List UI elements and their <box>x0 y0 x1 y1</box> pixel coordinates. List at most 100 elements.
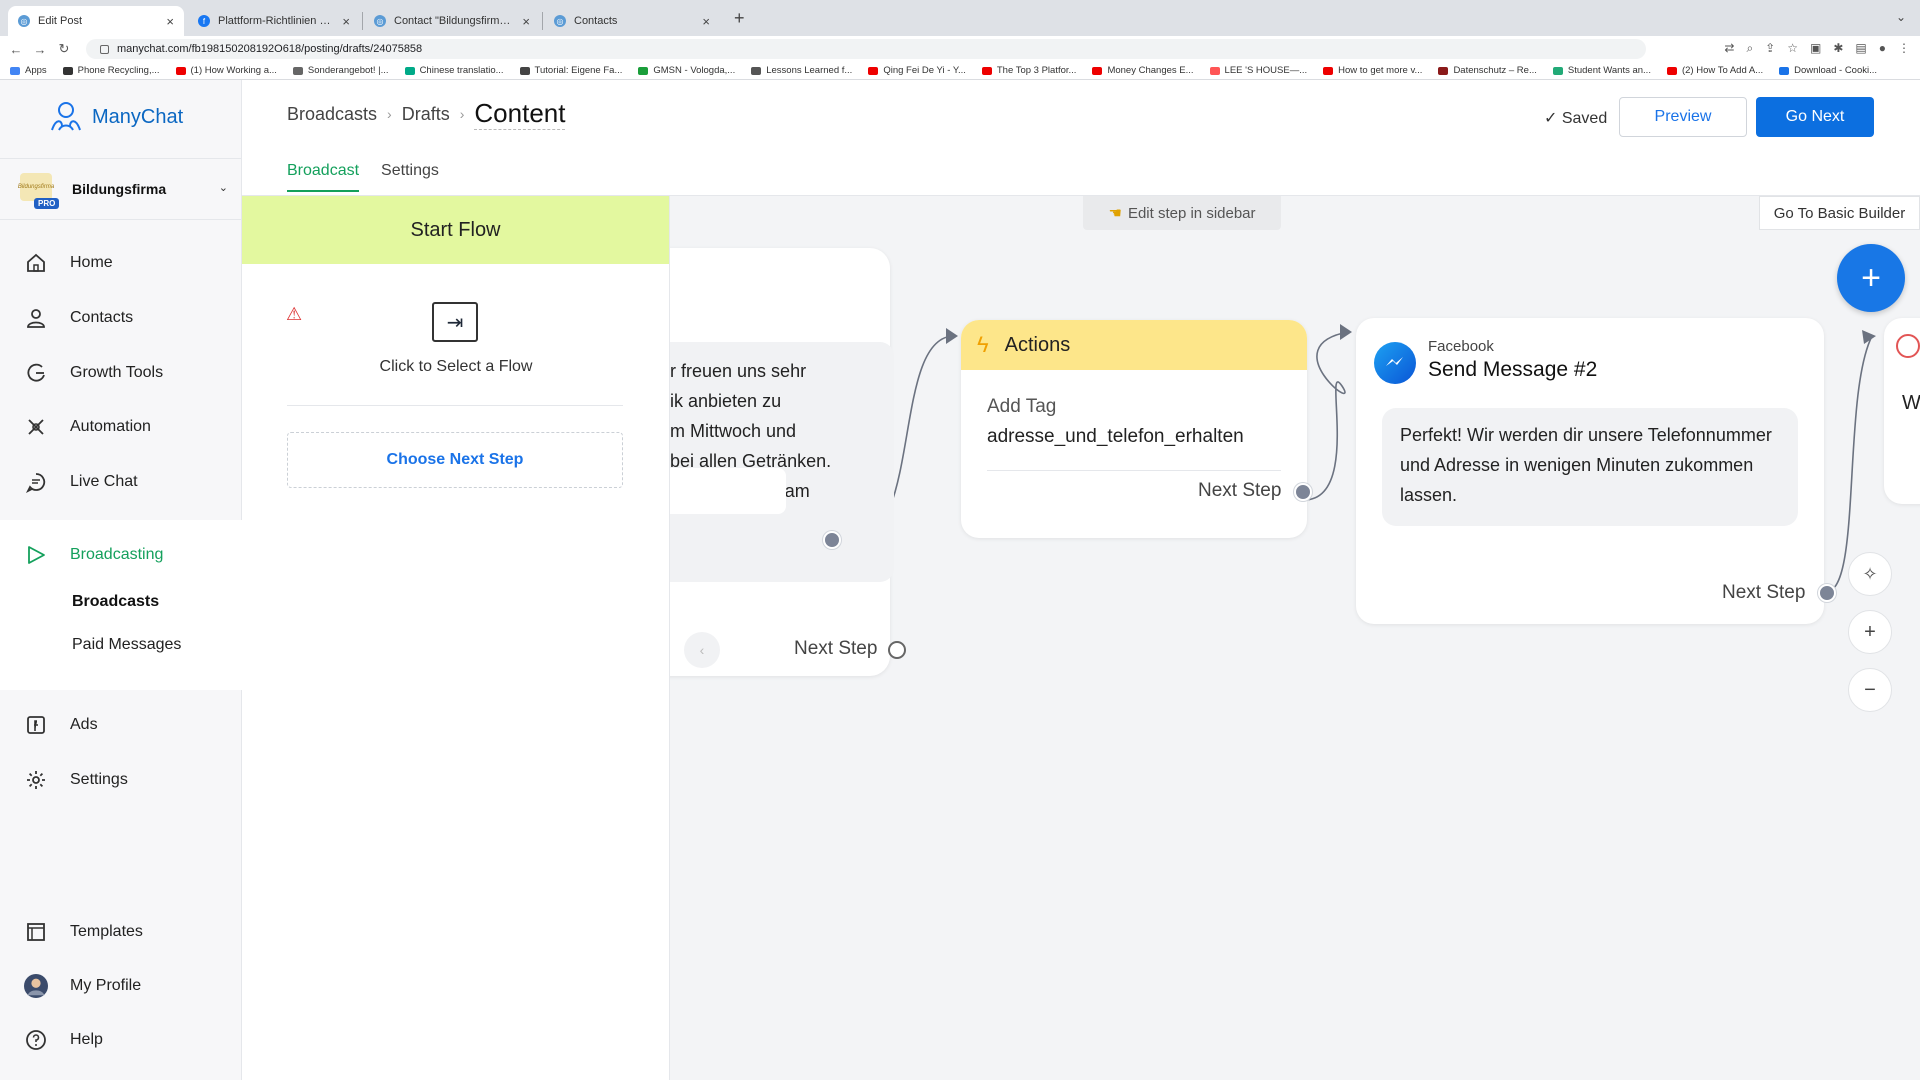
breadcrumb: Broadcasts › Drafts › Content <box>287 98 566 130</box>
bookmark-item[interactable]: Qing Fei De Yi - Y... <box>868 65 966 76</box>
menu-icon[interactable]: ⋮ <box>1898 41 1910 56</box>
sidebar-item-label: Ads <box>70 716 98 733</box>
browser-tab-plattform[interactable]: f Plattform-Richtlinien – Übersicht × <box>188 6 360 36</box>
bookmark-item[interactable]: How to get more v... <box>1323 65 1422 76</box>
close-icon[interactable]: × <box>522 14 530 29</box>
flow-canvas[interactable]: r freuen uns sehr ik anbieten zu m Mittw… <box>242 196 1920 1080</box>
bookmark-item[interactable]: Chinese translatio... <box>404 65 504 76</box>
help-icon <box>24 1028 48 1052</box>
sidebar-item-growth-tools[interactable]: Growth Tools <box>0 353 242 393</box>
tab-label: Contacts <box>574 15 618 27</box>
reload-icon[interactable]: ↻ <box>52 41 76 57</box>
choose-next-step-button[interactable]: Choose Next Step <box>287 432 623 488</box>
panel-title: Start Flow <box>242 196 669 264</box>
basic-builder-button[interactable]: Go To Basic Builder <box>1759 196 1920 230</box>
close-icon[interactable]: × <box>702 14 710 29</box>
sidebar-item-contacts[interactable]: Contacts <box>0 298 242 338</box>
sidebar-item-label: Home <box>70 254 113 271</box>
next-step-label: Next Step <box>794 638 878 659</box>
next-step-connector-dot[interactable] <box>888 641 906 659</box>
share-icon[interactable]: ⇪ <box>1765 41 1775 56</box>
add-step-button[interactable]: + <box>1837 244 1905 312</box>
message-bubble[interactable]: r freuen uns sehr ik anbieten zu m Mittw… <box>632 342 894 582</box>
preview-button[interactable]: Preview <box>1619 97 1747 137</box>
sidebar-item-automation[interactable]: Automation <box>0 407 242 447</box>
sidebar-item-broadcasting[interactable]: Broadcasting <box>0 535 242 575</box>
browser-tab-contact[interactable]: ◎ Contact "Bildungsfirma" through × <box>364 6 540 36</box>
sidebar-item-label: Contacts <box>70 309 134 326</box>
close-icon[interactable]: × <box>166 14 174 29</box>
chevron-down-icon[interactable]: ⌄ <box>219 181 228 194</box>
check-icon: ✓ <box>1544 110 1562 127</box>
bookmark-item[interactable]: Tutorial: Eigene Fa... <box>519 65 622 76</box>
sidebar-item-my-profile[interactable]: My Profile <box>0 966 242 1006</box>
bookmark-item[interactable]: Datenschutz – Re... <box>1438 65 1537 76</box>
bookmark-item[interactable]: The Top 3 Platfor... <box>981 65 1076 76</box>
select-flow-link[interactable]: Click to Select a Flow <box>242 358 670 376</box>
saved-status: ✓ Saved <box>1544 108 1607 128</box>
actions-card[interactable]: ϟ Actions Add Tag adresse_und_telefon_er… <box>961 320 1307 538</box>
page-title[interactable]: Content <box>474 98 566 130</box>
chevron-down-icon[interactable]: ⌄ <box>1896 10 1906 24</box>
carousel-prev-icon[interactable]: ‹ <box>684 632 720 668</box>
bookmark-item[interactable]: (1) How Working a... <box>175 65 277 76</box>
arrow-icon <box>1340 324 1352 340</box>
sidebar-item-settings[interactable]: Settings <box>0 760 242 800</box>
sidepanel-icon[interactable]: ▤ <box>1855 41 1866 56</box>
logo-text: ManyChat <box>92 105 184 128</box>
breadcrumb-drafts[interactable]: Drafts <box>402 104 450 125</box>
close-icon[interactable]: × <box>342 14 350 29</box>
url-input[interactable]: manychat.com/fb198150208192O618/posting/… <box>86 39 1646 59</box>
chevron-right-icon: › <box>387 106 392 122</box>
sidebar-item-templates[interactable]: Templates <box>0 912 242 952</box>
sidebar-subitem-paid-messages[interactable]: Paid Messages <box>72 636 181 654</box>
send-message-card[interactable]: Facebook Send Message #2 Perfekt! Wir we… <box>1356 318 1824 624</box>
translate-icon[interactable]: ⇄ <box>1724 41 1734 56</box>
bookmark-item[interactable]: Student Wants an... <box>1552 65 1651 76</box>
button-connector-dot[interactable] <box>823 531 841 549</box>
user-icon <box>24 306 48 330</box>
bookmark-item[interactable]: Phone Recycling,... <box>62 65 160 76</box>
forward-icon[interactable]: → <box>28 42 52 57</box>
breadcrumb-broadcasts[interactable]: Broadcasts <box>287 104 377 125</box>
go-next-button[interactable]: Go Next <box>1756 97 1874 137</box>
sidebar-item-help[interactable]: Help <box>0 1020 242 1060</box>
divider <box>987 470 1281 471</box>
sidebar-item-live-chat[interactable]: Live Chat <box>0 462 242 502</box>
next-step-connector-dot[interactable] <box>1818 584 1836 602</box>
bookmark-item[interactable]: Sonderangebot! |... <box>292 65 389 76</box>
zoom-in-button[interactable]: + <box>1848 610 1892 654</box>
bookmark-item[interactable]: Money Changes E... <box>1092 65 1194 76</box>
bookmark-item[interactable]: Download - Cooki... <box>1779 65 1877 76</box>
bookmark-item[interactable]: Lessons Learned f... <box>751 65 852 76</box>
bookmark-item[interactable]: LEE 'S HOUSE—... <box>1209 65 1307 76</box>
new-tab-icon[interactable]: + <box>734 8 745 29</box>
browser-tab-contacts[interactable]: ◎ Contacts × <box>544 6 720 36</box>
account-switcher[interactable]: Bildungsfirma PRO Bildungsfirma ⌄ <box>0 158 242 220</box>
browser-tab-edit-post[interactable]: ◎ Edit Post × <box>8 6 184 36</box>
zoom-icon[interactable]: ⌕ <box>1746 41 1753 56</box>
account-name: Bildungsfirma <box>72 181 167 197</box>
message-bubble[interactable]: Perfekt! Wir werden dir unsere Telefonnu… <box>1382 408 1798 526</box>
extension-icon[interactable]: ▣ <box>1810 41 1821 56</box>
edit-step-hint: ☚ Edit step in sidebar <box>1083 196 1281 230</box>
tab-settings[interactable]: Settings <box>381 162 439 192</box>
sidebar-item-ads[interactable]: Ads <box>0 705 242 745</box>
zoom-out-button[interactable]: − <box>1848 668 1892 712</box>
manychat-logo[interactable]: ManyChat <box>48 100 183 134</box>
magic-wand-icon[interactable]: ✧ <box>1848 552 1892 596</box>
delay-card[interactable]: W <box>1884 318 1920 504</box>
bookmark-item[interactable]: (2) How To Add A... <box>1666 65 1763 76</box>
back-icon[interactable]: ← <box>4 42 28 57</box>
next-step-connector-dot[interactable] <box>1294 483 1312 501</box>
bookmark-item[interactable]: GMSN - Vologda,... <box>638 65 735 76</box>
sidebar-subitem-broadcasts[interactable]: Broadcasts <box>72 593 159 611</box>
puzzle-icon[interactable]: ✱ <box>1833 41 1843 56</box>
profile-icon[interactable]: ● <box>1879 41 1886 56</box>
sidebar-item-home[interactable]: Home <box>0 243 242 283</box>
bookmarks-bar: Apps Phone Recycling,... (1) How Working… <box>0 62 1920 80</box>
bookmark-item[interactable]: Apps <box>10 65 47 76</box>
tab-broadcast[interactable]: Broadcast <box>287 162 360 192</box>
select-flow-icon[interactable]: ⇥ <box>432 302 478 342</box>
star-icon[interactable]: ☆ <box>1787 41 1798 56</box>
